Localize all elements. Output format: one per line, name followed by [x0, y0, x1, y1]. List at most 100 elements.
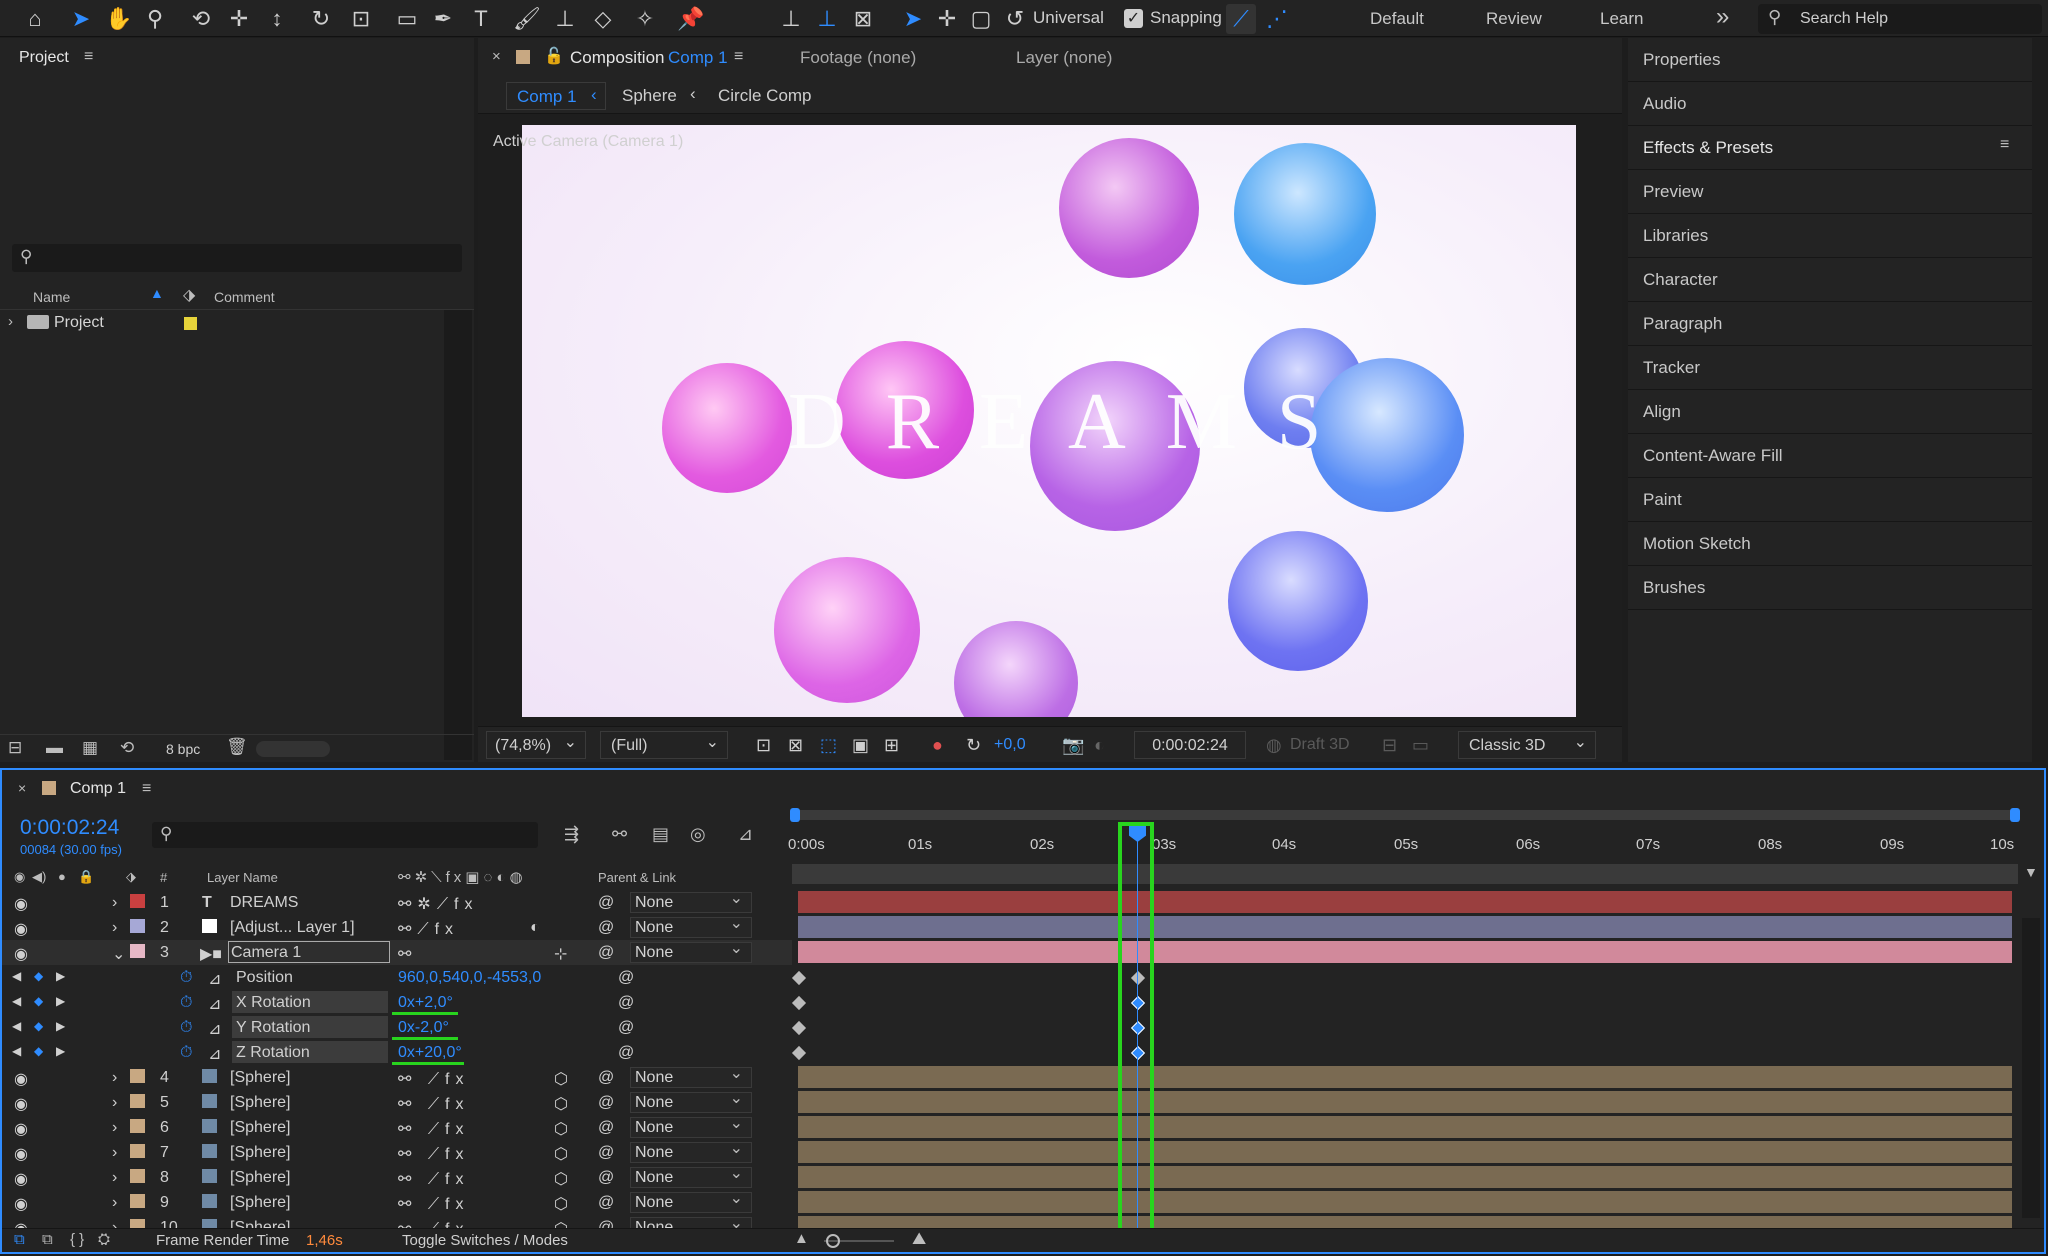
adjustment-switch-icon[interactable]: ◐ [530, 919, 540, 937]
layer-name[interactable]: [Adjust... Layer 1] [230, 919, 355, 937]
layer-duration-bar[interactable] [798, 1091, 2012, 1113]
layer-duration-bar[interactable] [798, 1166, 2012, 1188]
comp-viewer-canvas[interactable]: DREAMS [522, 125, 1576, 717]
layer-row-2[interactable]: ◉ › 2 [Adjust... Layer 1] ⚯⟋fx ◐ @ None [2, 914, 792, 940]
tracker-panel[interactable]: Tracker [1628, 346, 2032, 390]
layer-duration-bar[interactable] [798, 1216, 2012, 1228]
parent-dropdown[interactable]: None [630, 1114, 752, 1138]
grid-guides-icon[interactable]: ⊞ [884, 731, 899, 759]
work-area-end-handle[interactable] [2010, 808, 2020, 822]
eye-icon[interactable]: ◉ [14, 1194, 28, 1214]
region-of-interest-icon[interactable]: ▣ [852, 731, 869, 759]
property-value[interactable]: 960,0,540,0,-4553,0 [398, 969, 541, 987]
layer-row-4[interactable]: ◉ › 4 [Sphere] ⚯ ⟋fx ⬡ @ None [2, 1064, 792, 1090]
label-color-swatch[interactable] [130, 919, 145, 933]
snap-features-icon[interactable]: ⋰ [1262, 4, 1292, 34]
layer-row-5[interactable]: ◉ › 5 [Sphere] ⚯ ⟋fx ⬡ @ None [2, 1089, 792, 1115]
3d-layer-icon[interactable]: ⬡ [554, 1069, 568, 1089]
pick-whip-icon[interactable]: @ [598, 1094, 614, 1112]
eraser-tool-icon[interactable]: ◇ [588, 4, 618, 34]
pick-whip-icon[interactable]: @ [598, 919, 614, 937]
prev-keyframe-icon[interactable]: ◀ [12, 1019, 21, 1033]
workspace-learn[interactable]: Learn [1600, 9, 1643, 29]
layer-name[interactable]: [Sphere] [230, 1069, 290, 1087]
keyframe[interactable] [791, 1045, 807, 1061]
chevron-down-icon[interactable]: ⌄ [112, 944, 125, 964]
label-color-swatch[interactable] [130, 1169, 145, 1183]
audio-panel[interactable]: Audio [1628, 82, 2032, 126]
layer-switches[interactable]: ⚯ ⟋fx [398, 1119, 470, 1139]
viewer-timecode[interactable]: 0:00:02:24 [1134, 731, 1246, 759]
chevron-right-icon[interactable]: › [112, 1119, 117, 1137]
layer-switches-toggle-icon[interactable]: ⧉ [14, 1231, 25, 1248]
bpc-label[interactable]: 8 bpc [166, 741, 200, 757]
clone-stamp-icon[interactable]: ⊥ [550, 4, 580, 34]
panel-menu-icon[interactable]: ≡ [2000, 136, 2009, 154]
extended-viewer-icon[interactable]: ▭ [1412, 731, 1429, 759]
motion-sketch-panel[interactable]: Motion Sketch [1628, 522, 2032, 566]
in-out-toggle-icon[interactable]: { } [70, 1231, 84, 1248]
transfer-controls-icon[interactable]: ⧉ [42, 1231, 53, 1248]
lock-icon[interactable]: 🔒 [78, 869, 94, 885]
show-snapshot-icon[interactable]: ◐ [1094, 731, 1105, 759]
layer-name[interactable]: [Sphere] [230, 1194, 290, 1212]
pick-whip-icon[interactable]: @ [598, 1169, 614, 1187]
layer-switches[interactable]: ⚯ ⟋fx [398, 1094, 470, 1114]
keyframe[interactable] [791, 970, 807, 986]
reset-exposure-icon[interactable]: ↻ [966, 731, 981, 759]
pan-behind-icon[interactable]: ⊡ [346, 4, 376, 34]
breadcrumb-sphere[interactable]: Sphere [622, 86, 677, 106]
layer-duration-bar[interactable] [798, 1141, 2012, 1163]
layer-switches[interactable]: ⚯ ⟋fx [398, 1194, 470, 1214]
shy-layers-icon[interactable]: ⚯ [612, 824, 627, 845]
column-comment[interactable]: Comment [214, 289, 275, 305]
expression-pick-whip-icon[interactable]: @ [618, 1019, 634, 1037]
snap-edges-icon[interactable]: ⟋ [1226, 4, 1256, 34]
thumbnail-slider[interactable] [256, 741, 330, 757]
timeline-search-input[interactable]: ⚲ [152, 822, 538, 848]
parent-dropdown[interactable]: None [630, 1164, 752, 1188]
paint-panel[interactable]: Paint [1628, 478, 2032, 522]
column-name[interactable]: Name [33, 289, 70, 305]
character-panel[interactable]: Character [1628, 258, 2032, 302]
layer-row-8[interactable]: ◉ › 8 [Sphere] ⚯ ⟋fx ⬡ @ None [2, 1164, 792, 1190]
layer-name[interactable]: DREAMS [230, 894, 298, 912]
layer-switches[interactable]: ⚯ ⟋fx [398, 1069, 470, 1089]
close-tab-icon[interactable]: × [18, 780, 26, 796]
rectangle-tool-icon[interactable]: ▭ [392, 4, 422, 34]
work-area-track[interactable] [792, 864, 2018, 884]
graph-icon[interactable]: ⊿ [208, 994, 221, 1014]
orbit-camera-icon[interactable]: ⟲ [186, 4, 216, 34]
keyframe[interactable] [791, 995, 807, 1011]
project-search-input[interactable]: ⚲ [12, 244, 462, 272]
eye-icon[interactable]: ◉ [14, 894, 28, 914]
property-row-position[interactable]: ◀ ◆ ▶ ⏱ ⊿ Position 960,0,540,0,-4553,0 @ [2, 965, 792, 990]
layer-name[interactable]: [Sphere] [230, 1169, 290, 1187]
layer-name[interactable]: [Sphere] [230, 1119, 290, 1137]
close-tab-icon[interactable]: × [492, 48, 501, 65]
layer-switches[interactable]: ⚯⟋fx [398, 919, 459, 939]
stopwatch-icon[interactable]: ⏱ [180, 969, 192, 987]
timeline-timecode[interactable]: 0:00:02:24 [20, 816, 119, 840]
stopwatch-icon[interactable]: ⏱ [180, 994, 192, 1012]
zoom-in-icon[interactable]: ⛰ [912, 1229, 926, 1249]
parent-dropdown[interactable]: None [630, 1139, 752, 1163]
stopwatch-icon[interactable]: ⏱ [180, 1019, 192, 1037]
layer-switches[interactable]: ⚯ ⟋fx [398, 1169, 470, 1189]
keyframe[interactable] [791, 1020, 807, 1036]
property-row-y-rotation[interactable]: ◀ ◆ ▶ ⏱ ⊿ Y Rotation 0x-2,0° @ [2, 1015, 792, 1040]
prev-keyframe-icon[interactable]: ◀ [12, 994, 21, 1008]
render-time-icon[interactable]: ⛭ [98, 1231, 110, 1248]
layer-tab[interactable]: Layer (none) [1016, 48, 1112, 68]
solo-icon[interactable]: ● [58, 869, 66, 884]
next-keyframe-icon[interactable]: ▶ [56, 994, 65, 1008]
chevron-right-icon[interactable]: › [112, 919, 117, 937]
pick-whip-icon[interactable]: @ [598, 1119, 614, 1137]
property-value[interactable]: 0x+2,0° [398, 994, 453, 1012]
frame-blending-icon[interactable]: ▤ [652, 824, 669, 845]
sort-ascending-icon[interactable]: ▲ [150, 285, 164, 301]
parent-dropdown[interactable]: None [630, 889, 752, 913]
layer-row-9[interactable]: ◉ › 9 [Sphere] ⚯ ⟋fx ⬡ @ None [2, 1189, 792, 1215]
shy-switch-icon[interactable]: ⚯ [398, 944, 411, 964]
timeline-scrollbar[interactable] [2022, 918, 2040, 1218]
